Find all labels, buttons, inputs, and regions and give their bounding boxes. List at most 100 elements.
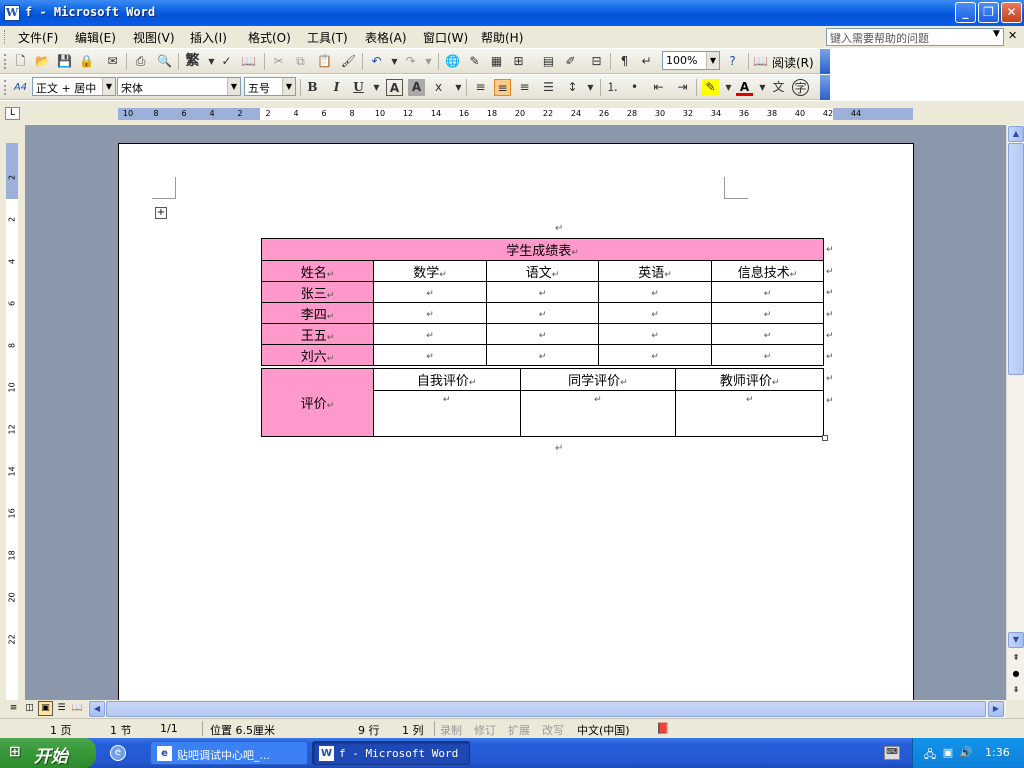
score-cell[interactable]: ↵ [598,302,712,324]
tab-selector[interactable]: L [5,107,20,120]
style-dropdown-icon[interactable]: ▼ [102,78,115,95]
italic-button[interactable]: I [328,79,345,96]
scaling-dropdown-icon[interactable]: ▼ [450,79,467,96]
vertical-scroll-thumb[interactable] [1008,143,1024,375]
header-cell-english[interactable]: 英语↵ [598,260,712,282]
eval-header-self[interactable]: 自我评价↵ [372,368,521,391]
eval-header-peer[interactable]: 同学评价↵ [519,368,677,391]
select-browse-object-icon[interactable]: ● [1008,666,1024,682]
line-spacing-dropdown-icon[interactable]: ▼ [582,79,599,96]
score-cell[interactable]: ↵ [711,281,824,303]
print-preview-icon[interactable]: 🔍 [156,53,173,70]
menu-tools[interactable]: 工具(T) [307,29,348,46]
maximize-button[interactable]: ❐ [978,2,999,23]
toolbar-options-button[interactable] [820,49,830,74]
student-name-cell[interactable]: 张三↵ [261,281,374,303]
open-folder-icon[interactable]: 📂 [34,53,51,70]
vertical-ruler[interactable]: 2 2 4 6 8 10 12 14 16 18 20 22 [6,143,18,700]
zoom-select[interactable]: 100% ▼ [662,51,720,70]
paste-icon[interactable]: 📋 [316,53,333,70]
score-table[interactable]: 学生成绩表↵ 姓名↵ 数学↵ 语文↵ 英语↵ 信息技术↵ 张三↵ ↵ ↵ ↵ ↵… [261,238,824,366]
distributed-align-icon[interactable]: ☰ [540,79,557,96]
help-search-input[interactable]: 键入需要帮助的问题 [826,28,1004,46]
status-track-changes[interactable]: 修订 [474,722,496,738]
previous-page-icon[interactable]: ⇞ [1008,650,1024,666]
web-layout-icon[interactable]: ◫ [22,701,37,716]
line-spacing-icon[interactable]: ↕ [564,79,581,96]
table-resize-handle[interactable] [822,435,828,441]
traditional-chinese-icon[interactable]: 繁 [184,53,201,70]
evaluation-label-cell[interactable]: 评价↵ [261,368,374,437]
insert-excel-icon[interactable]: ⊞ [510,53,527,70]
score-cell[interactable]: ↵ [598,323,712,345]
enclose-characters-icon[interactable]: 字 [792,79,809,96]
zoom-dropdown-icon[interactable]: ▼ [706,52,719,69]
close-button[interactable]: ✕ [1001,2,1022,23]
numbering-icon[interactable]: ⒈ [604,79,621,96]
formatting-marks-icon[interactable]: ↵ [638,53,655,70]
document-area[interactable]: ↵ + 学生成绩表↵ 姓名↵ 数学↵ 语文↵ 英语↵ 信息技术↵ 张三↵ ↵ ↵… [25,125,1006,700]
score-cell[interactable]: ↵ [486,323,599,345]
table-move-handle[interactable]: + [155,207,167,219]
score-cell[interactable]: ↵ [373,323,487,345]
underline-button[interactable]: U [350,79,367,96]
font-color-icon[interactable]: A [736,79,753,96]
font-size-select[interactable]: 五号 ▼ [244,77,296,96]
taskbar-item-browser[interactable]: e 贴吧调试中心吧_... [150,741,308,765]
eval-cell[interactable]: ↵ [675,390,824,437]
student-name-cell[interactable]: 李四↵ [261,302,374,324]
menu-help[interactable]: 帮助(H) [481,29,523,46]
decrease-indent-icon[interactable]: ⇤ [650,79,667,96]
style-select[interactable]: 正文 + 居中 ▼ [32,77,116,96]
bullets-icon[interactable]: • [626,79,643,96]
scroll-down-icon[interactable]: ▼ [1008,632,1024,648]
spelling-icon[interactable]: ✓ [218,53,235,70]
score-cell[interactable]: ↵ [373,281,487,303]
status-record[interactable]: 录制 [440,722,462,738]
score-cell[interactable]: ↵ [711,323,824,345]
new-document-icon[interactable]: 🗋 [12,53,29,70]
char-scaling-icon[interactable]: ⅹ [430,79,447,96]
score-cell[interactable]: ↵ [486,302,599,324]
menu-insert[interactable]: 插入(I) [190,29,227,46]
font-select[interactable]: 宋体 ▼ [117,77,241,96]
student-name-cell[interactable]: 王五↵ [261,323,374,345]
tables-borders-icon[interactable]: ✎ [466,53,483,70]
print-layout-icon[interactable]: ▣ [38,701,53,716]
table-title-cell[interactable]: 学生成绩表↵ [261,238,824,261]
read-mode-icon[interactable]: 📖 [752,53,769,70]
font-dropdown-icon[interactable]: ▼ [227,78,240,95]
horizontal-ruler[interactable]: 10 8 6 4 2 2 4 6 8 10 12 14 16 18 20 22 24 26 28 30 32 34 36 38… [118,108,913,120]
help-icon[interactable]: ? [724,53,741,70]
header-cell-it[interactable]: 信息技术↵ [711,260,824,282]
score-cell[interactable]: ↵ [373,344,487,366]
font-color-dropdown-icon[interactable]: ▼ [754,79,771,96]
menu-file[interactable]: 文件(F) [18,29,58,46]
copy-icon[interactable]: ⧉ [292,53,309,70]
score-cell[interactable]: ↵ [486,344,599,366]
bold-button[interactable]: B [304,79,321,96]
menu-table[interactable]: 表格(A) [365,29,407,46]
underline-dropdown-icon[interactable]: ▼ [368,79,385,96]
cut-icon[interactable]: ✂ [270,53,287,70]
permission-icon[interactable]: 🔒 [78,53,95,70]
status-overtype[interactable]: 改写 [542,722,564,738]
eval-cell[interactable]: ↵ [372,390,521,437]
columns-icon[interactable]: ▤ [540,53,557,70]
toolbar-grip[interactable] [4,54,7,69]
save-icon[interactable]: 💾 [56,53,73,70]
status-extend[interactable]: 扩展 [508,722,530,738]
doc-close-icon[interactable]: ✕ [1008,29,1017,42]
document-map-icon[interactable]: ⊟ [588,53,605,70]
score-cell[interactable]: ↵ [598,344,712,366]
email-icon[interactable]: ✉ [104,53,121,70]
vertical-scrollbar[interactable]: ▲ ▼ ⇞ ● ⇟ [1006,125,1024,700]
align-right-icon[interactable]: ≡ [516,79,533,96]
keyboard-icon[interactable]: ⌨ [884,746,900,760]
menu-window[interactable]: 窗口(W) [423,29,468,46]
font-size-dropdown-icon[interactable]: ▼ [282,78,295,95]
read-mode-button[interactable]: 阅读(R) [772,54,814,71]
char-border-icon[interactable]: A [386,79,403,96]
eval-header-teacher[interactable]: 教师评价↵ [675,368,824,391]
undo-icon[interactable]: ↶ [368,53,385,70]
